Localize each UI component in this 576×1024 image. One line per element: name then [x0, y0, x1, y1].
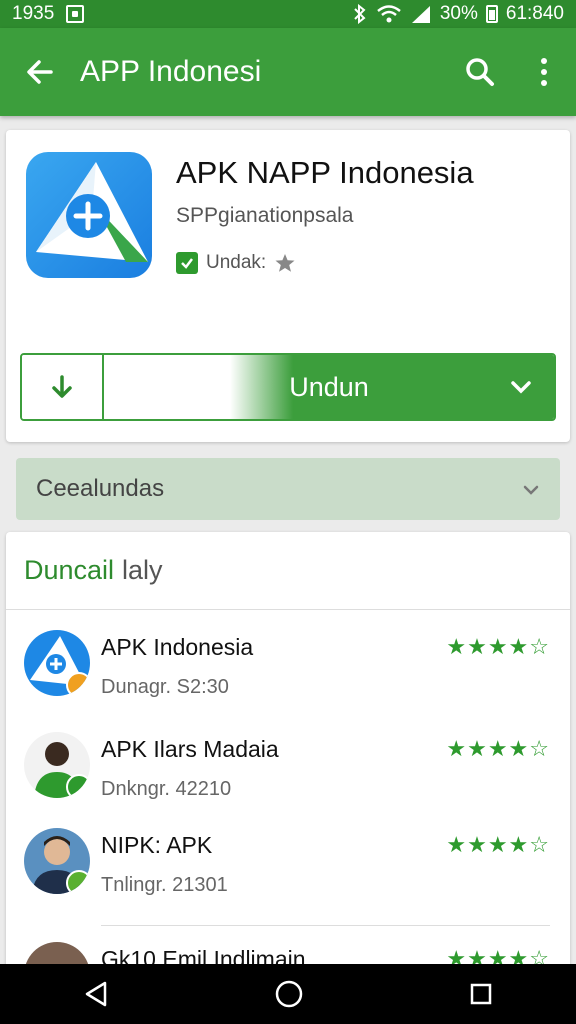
star-rating: ★★★★☆: [446, 634, 550, 659]
battery-percent: 30%: [439, 3, 478, 24]
notification-icon: [66, 5, 85, 23]
app-bar: APP Indonesi: [0, 28, 576, 116]
star-rating: ★★★★☆: [446, 832, 550, 857]
signal-icon: [411, 6, 430, 23]
status-time-left: 1935: [12, 3, 55, 24]
status-bar: 1935 30% 61:840: [0, 0, 576, 28]
recents-nav-icon[interactable]: [469, 982, 493, 1006]
install-button[interactable]: Undun: [104, 355, 554, 419]
app-list-card: Duncail laly APK Indonesia Dunagr. S2:30…: [6, 532, 570, 1008]
system-nav-bar: [0, 964, 576, 1024]
back-nav-icon[interactable]: [83, 980, 109, 1008]
app-logo: [26, 152, 152, 278]
search-button[interactable]: [448, 28, 512, 116]
battery-icon: [485, 5, 498, 23]
page-title: APP Indonesi: [80, 55, 262, 88]
list-header-accent: Duncail: [24, 555, 115, 585]
person-avatar: [24, 828, 90, 894]
list-item-name: NIPK: APK: [101, 832, 213, 858]
app-badge: Undak:: [176, 252, 296, 274]
star-outline-icon: [275, 254, 295, 272]
back-arrow-icon: [27, 60, 53, 84]
section-dropdown[interactable]: Ceealundas: [16, 458, 560, 520]
check-icon: [176, 252, 198, 274]
list-item-sub: Dnkngr. 42210: [101, 778, 232, 800]
badge-label: Undak:: [206, 252, 267, 273]
section-label: Ceealundas: [36, 475, 165, 502]
more-vert-icon: [541, 58, 547, 86]
overflow-menu-button[interactable]: [512, 28, 576, 116]
search-icon: [466, 58, 494, 86]
list-item[interactable]: APK Indonesia Dunagr. S2:30 ★★★★☆: [6, 630, 570, 726]
install-row: Undun: [20, 353, 556, 421]
chevron-down-icon: [522, 475, 540, 503]
status-clock: 61:840: [505, 3, 564, 24]
person-avatar: [24, 732, 90, 798]
back-button[interactable]: [0, 28, 80, 116]
chevron-down-icon: [510, 355, 532, 419]
star-rating: ★★★★☆: [446, 736, 550, 761]
app-title: APK NAPP Indonesia: [176, 155, 474, 190]
app-detail-card: APK NAPP Indonesia SPPgianationpsala Und…: [6, 130, 570, 442]
list-item-name: APK Indonesia: [101, 634, 254, 660]
home-nav-icon[interactable]: [274, 979, 304, 1009]
list-item[interactable]: APK Ilars Madaia Dnkngr. 42210 ★★★★☆: [6, 732, 570, 828]
list-item-sub: Tnlingr. 21301: [101, 874, 228, 896]
list-item-name: APK Ilars Madaia: [101, 736, 279, 762]
list-header-rest: laly: [122, 555, 163, 585]
list-item[interactable]: NIPK: APK Tnlingr. 21301 ★★★★☆: [6, 828, 570, 924]
app-developer[interactable]: SPPgianationpsala: [176, 204, 353, 228]
install-label: Undun: [289, 371, 369, 402]
list-header: Duncail laly: [6, 532, 570, 610]
download-button[interactable]: [22, 355, 104, 419]
list-item-sub: Dunagr. S2:30: [101, 676, 229, 698]
download-icon: [52, 375, 72, 398]
bluetooth-icon: [354, 4, 366, 24]
app-icon-avatar: [24, 630, 90, 696]
divider: [101, 925, 550, 926]
wifi-icon: [377, 5, 401, 23]
